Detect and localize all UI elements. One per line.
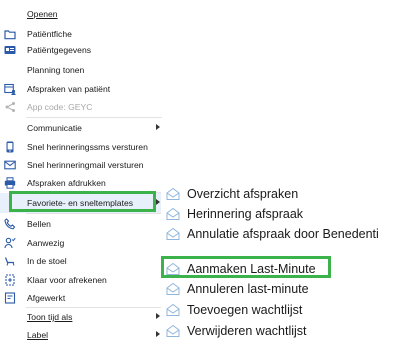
menu-item-label: Snel herinneringmail versturen	[27, 160, 144, 170]
menu-item-label: Klaar voor afrekenen	[27, 275, 107, 285]
submenu-item-annulatie-afspraak[interactable]: Annulatie afspraak door Benedenti	[161, 224, 393, 244]
phone-icon	[4, 141, 16, 153]
menu-item-label: Afspraken van patiënt	[27, 84, 111, 94]
menu-item-patientgegevens[interactable]: Patiëntgegevens	[0, 40, 162, 60]
menu-item-aanwezig[interactable]: Aanwezig	[0, 233, 162, 253]
submenu-arrow-icon	[156, 331, 160, 337]
submenu-arrow-icon	[156, 313, 160, 319]
submenu-arrow-icon	[156, 199, 160, 205]
menu-item-herinneringmail[interactable]: Snel herinneringmail versturen	[0, 155, 162, 175]
menu-item-label: Afspraken afdrukken	[27, 178, 106, 188]
envelope-icon	[166, 187, 180, 201]
submenu-item-verwijderen-wachtlijst[interactable]: Verwijderen wachtlijst	[161, 321, 393, 341]
id-card-icon	[4, 44, 16, 56]
checkout-icon	[4, 274, 16, 286]
chair-icon	[4, 255, 16, 267]
menu-item-openen[interactable]: Openen	[0, 4, 162, 24]
envelope-icon	[166, 324, 180, 338]
submenu-item-label: Herinnering afspraak	[187, 207, 304, 221]
person-check-icon	[4, 237, 16, 249]
share-icon	[4, 101, 16, 113]
submenu-item-label: Overzicht afspraken	[187, 187, 299, 201]
menu-item-toon-tijd-als[interactable]: Toon tijd als	[0, 307, 162, 327]
menu-item-afspraken-afdrukken[interactable]: Afspraken afdrukken	[0, 173, 162, 193]
submenu-item-overzicht-afspraken[interactable]: Overzicht afspraken	[161, 184, 393, 204]
done-icon	[4, 292, 16, 304]
menu-item-label: Openen	[27, 9, 58, 19]
envelope-icon	[166, 303, 180, 317]
calendar-person-icon	[4, 83, 16, 95]
menu-item-label: Patiëntgegevens	[27, 45, 92, 55]
context-menu: Openen Patiëntfiche Patiëntgegevens Plan…	[0, 0, 165, 345]
highlight-box-aanmaken-last-minute	[161, 256, 331, 278]
submenu-item-label: Toevoegen wachtlijst	[187, 303, 303, 317]
submenu-arrow-icon	[156, 124, 160, 130]
menu-item-herinneringssms[interactable]: Snel herinneringssms versturen	[0, 137, 162, 157]
envelope-icon	[166, 227, 180, 241]
menu-item-planning-tonen[interactable]: Planning tonen	[0, 60, 162, 80]
menu-item-label: Toon tijd als	[27, 312, 73, 322]
menu-item-label-submenu[interactable]: Label	[0, 325, 162, 345]
call-icon	[4, 218, 16, 230]
menu-item-label: Afgewerkt	[27, 293, 66, 303]
menu-item-label: Patiëntfiche	[27, 29, 72, 39]
menu-item-afgewerkt[interactable]: Afgewerkt	[0, 288, 162, 308]
highlight-box-favoriete	[9, 191, 156, 212]
menu-item-label: Aanwezig	[27, 238, 65, 248]
menu-item-communicatie[interactable]: Communicatie	[0, 118, 162, 138]
folder-icon	[4, 28, 16, 40]
menu-item-klaar-voor-afrekenen[interactable]: Klaar voor afrekenen	[0, 270, 162, 290]
menu-item-label: Label	[27, 330, 49, 340]
menu-item-afspraken-van-patient[interactable]: Afspraken van patiënt	[0, 79, 162, 99]
mail-icon	[4, 159, 16, 171]
envelope-icon	[166, 282, 180, 296]
envelope-icon	[166, 207, 180, 221]
menu-item-in-de-stoel[interactable]: In de stoel	[0, 251, 162, 271]
menu-item-label: Communicatie	[27, 123, 82, 133]
submenu-item-label: Verwijderen wachtlijst	[187, 324, 307, 338]
submenu-item-label: Annuleren last-minute	[187, 282, 309, 296]
submenu-item-herinnering-afspraak[interactable]: Herinnering afspraak	[161, 204, 393, 224]
submenu-item-label: Annulatie afspraak door Benedenti	[187, 227, 379, 241]
menu-item-label: Snel herinneringssms versturen	[27, 142, 148, 152]
menu-item-label: App code: GEYC	[27, 102, 93, 112]
menu-item-bellen[interactable]: Bellen	[0, 214, 162, 234]
menu-item-app-code: App code: GEYC	[0, 97, 162, 117]
menu-item-label: In de stoel	[27, 256, 67, 266]
menu-item-label: Planning tonen	[27, 65, 85, 75]
printer-icon	[4, 177, 16, 189]
submenu-item-toevoegen-wachtlijst[interactable]: Toevoegen wachtlijst	[161, 300, 393, 320]
menu-item-label: Bellen	[27, 219, 51, 229]
submenu-item-annuleren-last-minute[interactable]: Annuleren last-minute	[161, 279, 393, 299]
